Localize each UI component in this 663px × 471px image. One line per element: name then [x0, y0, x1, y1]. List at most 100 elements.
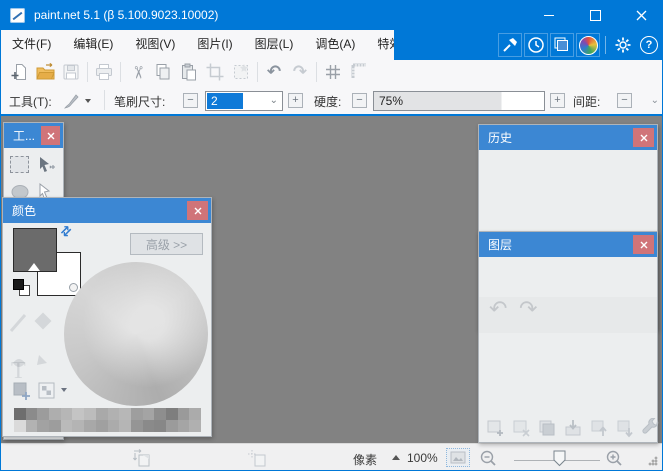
zoom-slider-thumb[interactable]: [553, 450, 566, 467]
palette-swatch[interactable]: [166, 408, 178, 420]
palette-swatch[interactable]: [154, 420, 166, 432]
crop-button[interactable]: [204, 61, 226, 83]
default-primary-chip[interactable]: [13, 279, 24, 290]
palette-swatch[interactable]: [61, 408, 73, 420]
layers-list[interactable]: ↶ ↷: [479, 257, 657, 442]
copy-button[interactable]: [152, 61, 174, 83]
palette-swatch[interactable]: [189, 408, 201, 420]
add-layer-button[interactable]: [484, 417, 506, 439]
add-color-to-palette-button[interactable]: [11, 380, 32, 401]
primary-color-swatch[interactable]: [13, 228, 57, 272]
menu-image[interactable]: 图片(I): [186, 30, 243, 58]
ruler-toggle-button[interactable]: [348, 61, 370, 83]
close-button[interactable]: [618, 0, 663, 30]
advanced-colors-button[interactable]: 高级 >>: [130, 233, 203, 255]
palette-swatch[interactable]: [26, 408, 38, 420]
palette-swatch[interactable]: [72, 420, 84, 432]
layers-panel-titlebar[interactable]: 图层: [479, 232, 657, 257]
palette-swatch[interactable]: [108, 408, 120, 420]
palette-swatch[interactable]: [131, 420, 143, 432]
palette-swatch[interactable]: [96, 420, 108, 432]
move-layer-down-button[interactable]: [614, 417, 636, 439]
hardness-decrease-button[interactable]: [352, 93, 367, 108]
palette-swatch[interactable]: [119, 408, 131, 420]
swap-colors-icon[interactable]: ⇄: [57, 222, 75, 240]
palette-swatch[interactable]: [14, 408, 26, 420]
zoom-percentage[interactable]: 100%: [407, 451, 438, 465]
menu-edit[interactable]: 编辑(E): [62, 30, 124, 58]
palette-swatch[interactable]: [154, 408, 166, 420]
hardness-increase-button[interactable]: [550, 93, 565, 108]
brush-size-increase-button[interactable]: [288, 93, 303, 108]
palette-swatch[interactable]: [178, 408, 190, 420]
settings-button[interactable]: [611, 33, 635, 57]
grid-toggle-button[interactable]: [322, 61, 344, 83]
move-layer-up-button[interactable]: [588, 417, 610, 439]
palette-swatch[interactable]: [72, 408, 84, 420]
print-button[interactable]: [93, 61, 115, 83]
color-wheel[interactable]: [64, 262, 208, 406]
palette-swatch[interactable]: [49, 420, 61, 432]
zoom-to-window-button[interactable]: [446, 448, 470, 467]
palette-swatch[interactable]: [37, 408, 49, 420]
units-dropdown-arrow[interactable]: [392, 455, 400, 460]
palette-swatch[interactable]: [119, 420, 131, 432]
menu-layers[interactable]: 图层(L): [244, 30, 305, 58]
palette-swatch[interactable]: [14, 420, 26, 432]
save-button[interactable]: [60, 61, 82, 83]
minimize-button[interactable]: [526, 0, 572, 30]
spacing-control-clipped[interactable]: ⌄: [651, 95, 659, 106]
zoom-in-button[interactable]: [603, 448, 625, 468]
menu-view[interactable]: 视图(V): [124, 30, 186, 58]
brush-size-combobox[interactable]: 2 ⌄: [205, 91, 283, 111]
palette-swatch[interactable]: [96, 408, 108, 420]
colors-panel-titlebar[interactable]: 颜色: [3, 198, 211, 223]
deselect-button[interactable]: [230, 61, 252, 83]
palette-swatch[interactable]: [189, 420, 201, 432]
help-button[interactable]: [637, 33, 661, 57]
brush-size-decrease-button[interactable]: [183, 93, 198, 108]
rectangle-select-tool[interactable]: [9, 154, 30, 175]
history-window-toggle[interactable]: [524, 33, 548, 57]
merge-layer-down-button[interactable]: [562, 417, 584, 439]
palette-swatch[interactable]: [84, 408, 96, 420]
palette-dropdown-arrow[interactable]: [61, 388, 67, 392]
history-panel-titlebar[interactable]: 历史: [479, 125, 657, 150]
color-wheel-selector[interactable]: [69, 283, 78, 292]
palette-swatch[interactable]: [178, 420, 190, 432]
maximize-button[interactable]: [572, 0, 618, 30]
duplicate-layer-button[interactable]: [536, 417, 558, 439]
history-close-button[interactable]: [633, 128, 654, 147]
hardness-slider-input[interactable]: 75%: [373, 91, 545, 111]
palette-swatch[interactable]: [37, 420, 49, 432]
tools-panel-titlebar[interactable]: 工...: [4, 123, 63, 148]
units-dropdown[interactable]: 像素: [353, 451, 377, 468]
colors-close-button[interactable]: [187, 201, 208, 220]
tools-window-toggle[interactable]: [498, 33, 522, 57]
spacing-decrease-button[interactable]: [617, 93, 632, 108]
palette-swatch[interactable]: [166, 420, 178, 432]
new-file-button[interactable]: [8, 61, 30, 83]
layers-close-button[interactable]: [633, 235, 654, 254]
palette-swatch[interactable]: [49, 408, 61, 420]
palette-swatch[interactable]: [131, 408, 143, 420]
delete-layer-button[interactable]: [510, 417, 532, 439]
current-tool-dropdown[interactable]: [57, 90, 97, 111]
menu-adjustments[interactable]: 调色(A): [304, 30, 366, 58]
palette-swatch[interactable]: [143, 420, 155, 432]
layer-properties-button[interactable]: [640, 417, 662, 439]
palette-swatch[interactable]: [26, 420, 38, 432]
move-selected-pixels-tool[interactable]: [35, 154, 56, 175]
palette-swatch[interactable]: [143, 408, 155, 420]
cut-button[interactable]: ✂: [126, 61, 148, 83]
palette-swatch[interactable]: [61, 420, 73, 432]
palette-swatch[interactable]: [84, 420, 96, 432]
zoom-out-button[interactable]: [477, 448, 499, 468]
open-file-button[interactable]: [34, 61, 56, 83]
colors-window-toggle[interactable]: [576, 33, 600, 57]
redo-button[interactable]: ↷: [289, 61, 311, 83]
layers-window-toggle[interactable]: [550, 33, 574, 57]
palette-swatch[interactable]: [108, 420, 120, 432]
palette-manager-button[interactable]: [36, 380, 57, 401]
paste-button[interactable]: [178, 61, 200, 83]
